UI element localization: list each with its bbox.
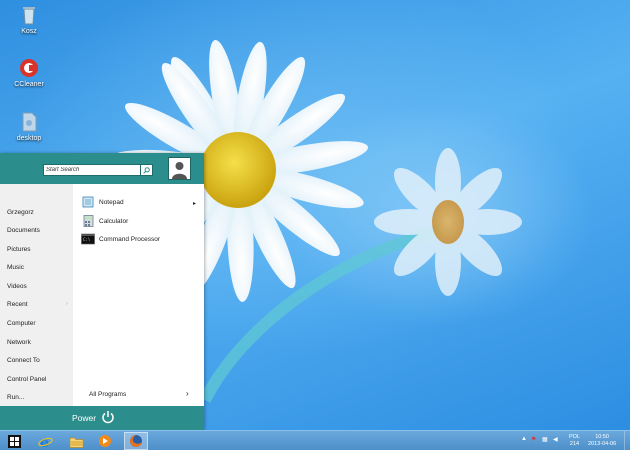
place-music[interactable]: Music (7, 264, 24, 271)
place-network[interactable]: Network (7, 339, 31, 346)
internet-explorer-icon: e (37, 435, 53, 449)
file-explorer-icon (69, 437, 83, 448)
desktop-icon-label: desktop (16, 135, 42, 142)
place-documents[interactable]: Documents (7, 227, 40, 234)
desktop-icon-label: Kosz (21, 28, 37, 35)
clock-date: 2013-04-06 (588, 441, 617, 447)
notepad-jumplist-arrow-icon[interactable]: ▸ (193, 200, 196, 207)
app-label: Command Processor (99, 235, 161, 243)
place-computer[interactable]: Computer (7, 320, 36, 327)
svg-text:e: e (40, 435, 49, 449)
place-control-panel[interactable]: Control Panel (7, 376, 46, 383)
start-menu: Grzegorz Documents Pictures Music Videos… (0, 153, 204, 430)
place-connect-to[interactable]: Connect To (7, 357, 40, 364)
desktop-icon-file[interactable]: desktop (1, 111, 57, 142)
start-menu-programs: Notepad Calculator C:\ Command Processor… (73, 184, 204, 406)
recycle-bin-icon (23, 7, 35, 25)
ccleaner-icon (20, 59, 38, 77)
language-code: POL (569, 434, 581, 440)
taskbar: e ▲ ⚑ ▦ ◀ POL 214 10:50 2013-04-06 (0, 430, 630, 450)
clock-time: 10:50 (595, 434, 609, 440)
taskbar-media-player[interactable] (93, 432, 117, 450)
clock[interactable]: 10:50 2013-04-06 (588, 434, 616, 448)
app-label: Notepad (99, 198, 124, 206)
taskbar-file-explorer[interactable] (64, 432, 88, 450)
user-avatar-icon (169, 158, 190, 179)
action-center-flag-icon[interactable]: ⚑ (531, 436, 536, 443)
place-pictures[interactable]: Pictures (7, 246, 30, 253)
search-box (43, 164, 153, 176)
power-icon[interactable] (101, 410, 115, 424)
all-programs-link[interactable]: All Programs (89, 391, 126, 398)
place-recent[interactable]: Recent (7, 301, 28, 308)
notepad-icon (82, 196, 94, 208)
place-videos[interactable]: Videos (7, 283, 27, 290)
power-button-label[interactable]: Power (72, 413, 96, 423)
svg-text:C:\: C:\ (83, 237, 91, 242)
show-desktop-button[interactable] (624, 431, 630, 450)
app-calculator[interactable]: Calculator (81, 214, 128, 228)
search-button[interactable] (140, 165, 152, 175)
calculator-icon (83, 215, 94, 227)
start-menu-header (0, 153, 204, 184)
command-prompt-icon: C:\ (81, 233, 95, 245)
windows-start-icon (7, 434, 21, 448)
start-button[interactable] (2, 432, 26, 450)
start-menu-places: Grzegorz Documents Pictures Music Videos… (0, 184, 73, 406)
app-label: Calculator (99, 217, 129, 225)
file-icon (22, 112, 37, 132)
taskbar-firefox[interactable] (124, 432, 148, 450)
language-indicator[interactable]: POL 214 (569, 434, 580, 448)
desktop-icon-ccleaner[interactable]: CCleaner (1, 57, 57, 88)
search-input[interactable] (46, 165, 140, 175)
language-sub: 214 (569, 441, 580, 447)
app-notepad[interactable]: Notepad (81, 195, 124, 209)
all-programs-arrow-icon: › (186, 389, 189, 398)
network-icon[interactable]: ▦ (542, 436, 548, 443)
user-avatar[interactable] (168, 157, 191, 180)
desktop-icon-label: CCleaner (14, 81, 44, 88)
recent-arrow-icon: › (66, 301, 68, 307)
app-command-processor[interactable]: C:\ Command Processor (81, 232, 160, 246)
media-player-icon (99, 435, 111, 447)
volume-icon[interactable]: ◀ (553, 436, 558, 443)
desktop-icon-recycle-bin[interactable]: Kosz (1, 4, 57, 35)
taskbar-internet-explorer[interactable]: e (33, 432, 57, 450)
start-menu-footer: Power (0, 406, 204, 430)
show-hidden-icons-icon[interactable]: ▲ (521, 436, 527, 442)
search-icon (143, 166, 150, 174)
place-run[interactable]: Run... (7, 394, 24, 401)
place-user[interactable]: Grzegorz (7, 209, 34, 216)
firefox-icon (130, 435, 142, 447)
